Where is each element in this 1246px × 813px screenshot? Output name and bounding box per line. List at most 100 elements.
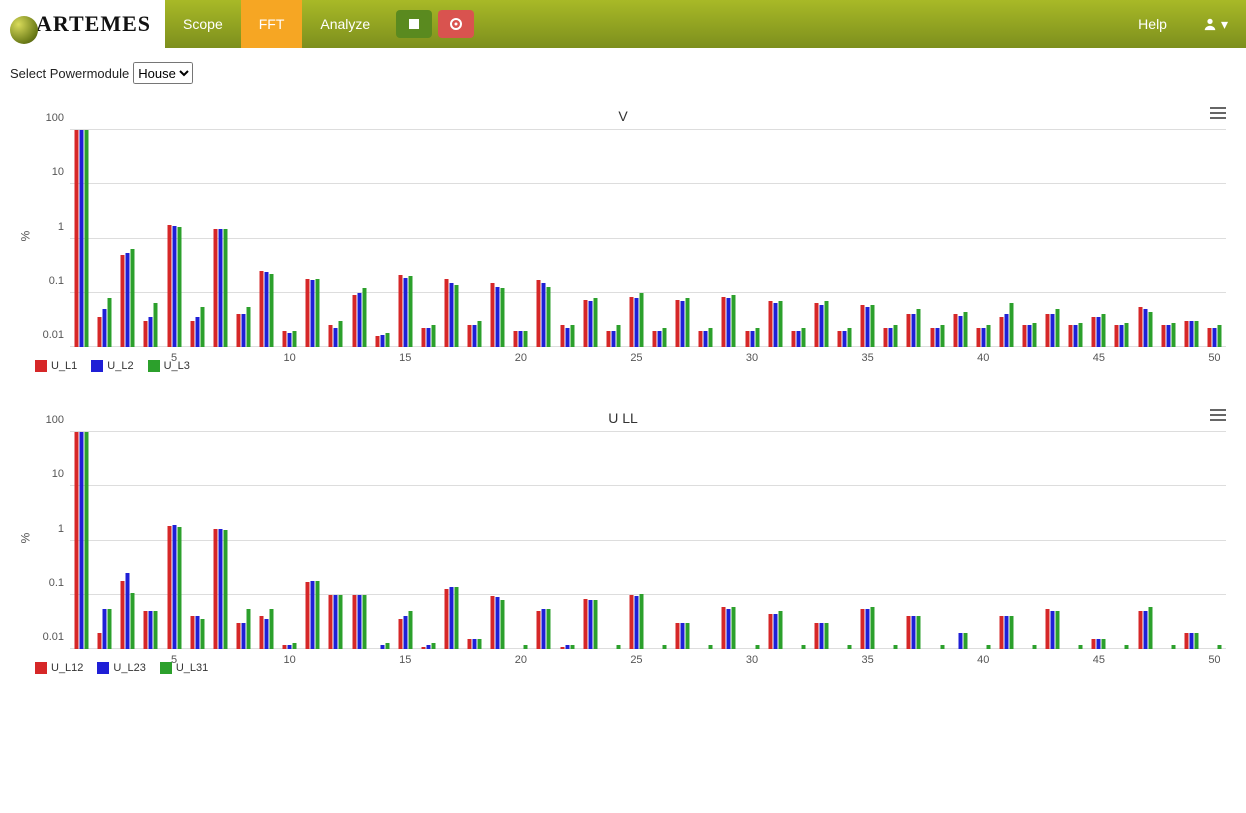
bar xyxy=(819,305,823,347)
bar xyxy=(1009,303,1013,347)
bar xyxy=(1102,314,1106,347)
bar xyxy=(1079,645,1083,649)
nav-help[interactable]: Help xyxy=(1120,0,1185,48)
bar xyxy=(940,325,944,347)
bar xyxy=(421,328,425,347)
bar xyxy=(848,328,852,347)
bar xyxy=(732,295,736,347)
caret-down-icon: ▾ xyxy=(1221,16,1228,33)
bar xyxy=(778,301,782,347)
bar xyxy=(616,325,620,347)
bar xyxy=(889,328,893,347)
bar xyxy=(963,633,967,649)
bar xyxy=(542,609,546,649)
x-tick-label: 20 xyxy=(515,654,527,666)
legend-item[interactable]: U_L1 xyxy=(35,360,77,372)
legend-item[interactable]: U_L23 xyxy=(97,662,145,674)
bar xyxy=(634,596,638,649)
legend-item[interactable]: U_L12 xyxy=(35,662,83,674)
bar xyxy=(149,317,153,347)
x-tick-label: 20 xyxy=(515,352,527,364)
nav-button-group xyxy=(388,0,482,48)
bar xyxy=(454,285,458,347)
legend-item[interactable]: U_L2 xyxy=(91,360,133,372)
bar xyxy=(1102,639,1106,649)
bar xyxy=(108,609,112,649)
bar xyxy=(1115,325,1119,347)
bar xyxy=(681,301,685,347)
bar xyxy=(288,645,292,649)
bar xyxy=(265,619,269,649)
bar xyxy=(861,305,865,347)
legend-item[interactable]: U_L3 xyxy=(148,360,190,372)
legend-label: U_L12 xyxy=(51,662,83,674)
bar xyxy=(449,587,453,649)
chart-1: U LL0.010.1110100%5101520253035404550U_L… xyxy=(0,400,1246,702)
bar xyxy=(1143,611,1147,649)
bar xyxy=(223,229,227,347)
powermodule-select[interactable]: House xyxy=(133,62,193,84)
bar xyxy=(686,623,690,649)
bar xyxy=(1046,609,1050,649)
bar xyxy=(727,298,731,347)
y-tick-label: 0.01 xyxy=(43,631,70,643)
bar xyxy=(190,616,194,649)
bar xyxy=(352,295,356,347)
bar xyxy=(686,298,690,347)
bar xyxy=(431,643,435,649)
nav-analyze[interactable]: Analyze xyxy=(302,0,388,48)
chart-menu-icon[interactable] xyxy=(1210,106,1226,123)
bar xyxy=(1097,639,1101,649)
bar xyxy=(606,331,610,347)
x-tick-label: 25 xyxy=(630,352,642,364)
bar xyxy=(1074,325,1078,347)
y-tick-label: 10 xyxy=(52,468,70,480)
bar xyxy=(408,611,412,649)
bar xyxy=(1148,312,1152,347)
bar xyxy=(930,328,934,347)
bar xyxy=(583,599,587,649)
legend-item[interactable]: U_L31 xyxy=(160,662,208,674)
nav-scope[interactable]: Scope xyxy=(165,0,241,48)
bar xyxy=(907,314,911,347)
bar xyxy=(496,287,500,347)
bar xyxy=(866,609,870,649)
bar xyxy=(75,432,79,649)
bar xyxy=(270,274,274,347)
stop-button[interactable] xyxy=(396,10,432,38)
legend-label: U_L2 xyxy=(107,360,133,372)
bar xyxy=(144,611,148,649)
chart-area: 0.010.1110100%5101520253035404550U_L1U_L… xyxy=(70,130,1226,370)
bar xyxy=(1032,323,1036,347)
bar xyxy=(270,609,274,649)
bar xyxy=(172,525,176,649)
chart-legend: U_L1 U_L2 U_L3 xyxy=(35,360,190,372)
record-button[interactable] xyxy=(438,10,474,38)
y-axis-label: % xyxy=(18,230,32,241)
bar xyxy=(588,301,592,347)
bar xyxy=(200,307,204,347)
bar xyxy=(514,331,518,347)
bar xyxy=(1004,616,1008,649)
bar xyxy=(629,297,633,347)
bar xyxy=(329,325,333,347)
user-menu[interactable]: ▾ xyxy=(1185,0,1246,48)
bar xyxy=(288,333,292,347)
bar xyxy=(750,331,754,347)
bar xyxy=(98,317,102,347)
bar xyxy=(260,616,264,649)
bar xyxy=(449,283,453,347)
bar xyxy=(663,645,667,649)
bar xyxy=(958,316,962,347)
bar xyxy=(190,321,194,347)
bar xyxy=(1032,645,1036,649)
bar xyxy=(912,616,916,649)
bar xyxy=(334,595,338,649)
nav-fft[interactable]: FFT xyxy=(241,0,303,48)
chart-menu-icon[interactable] xyxy=(1210,408,1226,425)
bar xyxy=(565,328,569,347)
x-tick-label: 10 xyxy=(284,352,296,364)
bar xyxy=(866,307,870,347)
bar xyxy=(699,331,703,347)
bar xyxy=(1092,639,1096,649)
